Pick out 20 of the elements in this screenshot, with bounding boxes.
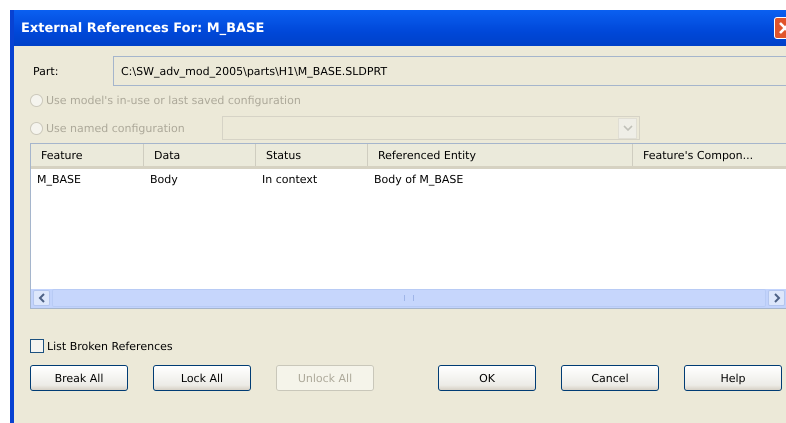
column-header[interactable]: Feature's Compon... [633,144,786,166]
column-header[interactable]: Status [256,144,368,166]
table-cell-text: In context [261,172,318,188]
action-button[interactable]: Lock All [153,365,251,391]
column-header[interactable]: Feature [31,144,144,166]
scroll-left-icon[interactable] [33,290,50,306]
dialog-button[interactable]: Cancel [561,365,659,391]
window-title: External References For: M_BASE [21,20,264,36]
action-button[interactable]: Break All [30,365,128,391]
column-header[interactable]: Referenced Entity [368,144,633,166]
dialog-button[interactable]: OK [438,365,536,391]
part-field: C:\SW_adv_mod_2005\parts\H1\M_BASE.SLDPRT [113,56,786,86]
scroll-right-icon[interactable] [768,290,785,306]
list-broken-references-checkbox[interactable]: List Broken References [30,339,173,353]
table-cell-text: Body of M_BASE [373,172,464,188]
dialog-button[interactable]: Help [684,365,782,391]
part-label: Part: [32,64,60,78]
table-cell-text: M_BASE [36,172,82,188]
table-cell-text: Body [149,172,179,188]
column-header[interactable]: Data [144,144,256,166]
